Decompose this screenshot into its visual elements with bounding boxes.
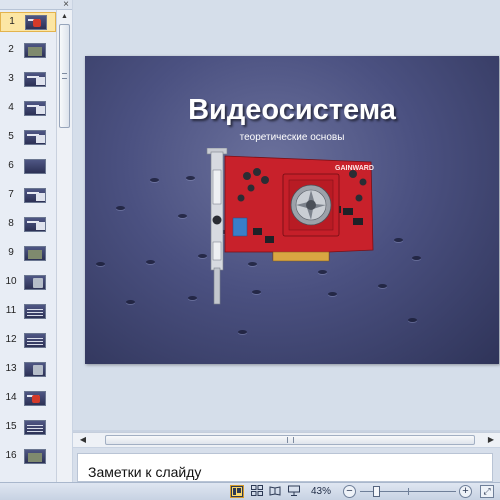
- background-dot: [394, 238, 403, 242]
- slide-thumbnail[interactable]: 13: [0, 360, 56, 380]
- slide-thumbnail[interactable]: 4: [0, 99, 56, 119]
- slide-number: 10: [5, 276, 17, 287]
- slide-thumbnail-image: [24, 420, 46, 435]
- slide-number: 13: [5, 363, 17, 374]
- slide-thumbnail[interactable]: 10: [0, 273, 56, 293]
- slide-number: 4: [8, 102, 14, 113]
- slide-thumbnail-image: [24, 217, 46, 232]
- slide-thumbnail[interactable]: 3: [0, 70, 56, 90]
- slide-thumbnail[interactable]: 11: [0, 302, 56, 322]
- slide-number: 2: [8, 44, 14, 55]
- slide-number: 8: [8, 218, 14, 229]
- slide-thumbnail-image: [25, 15, 47, 30]
- background-dot: [96, 262, 105, 266]
- background-dot: [150, 178, 159, 182]
- slide-thumbnail[interactable]: 7: [0, 186, 56, 206]
- slide-number: 6: [8, 160, 14, 171]
- slide-number: 3: [8, 73, 14, 84]
- slide-thumbnail[interactable]: 6: [0, 157, 56, 177]
- slide-number: 7: [8, 189, 14, 200]
- scroll-left-arrow-icon[interactable]: ◀: [78, 435, 88, 445]
- slide-thumbnail-image: [24, 449, 46, 464]
- notes-pane: Заметки к слайду: [73, 448, 500, 482]
- slide-thumbnail[interactable]: 16: [0, 447, 56, 467]
- slide-thumbnail[interactable]: 2: [0, 41, 56, 61]
- slide-thumbnail-image: [24, 246, 46, 261]
- background-dot: [146, 260, 155, 264]
- slide-thumbnail[interactable]: 8: [0, 215, 56, 235]
- slides-pane: × 1 2 3 4 5 6 7 8 9 10 11 12 13 14 15 16 ▲: [0, 0, 72, 482]
- background-dot: [238, 330, 247, 334]
- slide-thumbnail-image: [24, 275, 46, 290]
- reading-view-icon[interactable]: [268, 485, 282, 498]
- slide-thumbnail[interactable]: 1: [0, 12, 56, 32]
- slide-horizontal-scrollbar[interactable]: ◀ ▶: [73, 432, 500, 447]
- slide-thumbnail[interactable]: 15: [0, 418, 56, 438]
- slide-thumbnail-image: [24, 101, 46, 116]
- background-dot: [378, 284, 387, 288]
- slide-number: 9: [8, 247, 14, 258]
- slide-number: 16: [5, 450, 17, 461]
- background-dot: [412, 256, 421, 260]
- slide-thumbnail-image: [24, 333, 46, 348]
- notes-placeholder: Заметки к слайду: [88, 464, 202, 480]
- zoom-in-button[interactable]: +: [459, 485, 472, 498]
- notes-input[interactable]: Заметки к слайду: [77, 453, 493, 482]
- slide-thumbnail-image: [24, 362, 46, 377]
- card-bracket: [206, 148, 228, 305]
- close-pane-icon[interactable]: ×: [60, 0, 72, 10]
- background-dot: [188, 296, 197, 300]
- status-bar: 43% − + ⤢: [0, 482, 500, 500]
- normal-view-icon[interactable]: [230, 485, 244, 498]
- zoom-out-button[interactable]: −: [343, 485, 356, 498]
- slide-thumbnail[interactable]: 12: [0, 331, 56, 351]
- slide-number: 14: [5, 392, 17, 403]
- slide-thumbnail[interactable]: 14: [0, 389, 56, 409]
- slide-thumbnail-image: [24, 159, 46, 174]
- fit-to-window-icon[interactable]: ⤢: [480, 485, 494, 498]
- background-dot: [116, 206, 125, 210]
- slide-title[interactable]: Видеосистема: [85, 94, 499, 127]
- scroll-right-arrow-icon[interactable]: ▶: [486, 435, 496, 445]
- slide-subtitle[interactable]: теоретические основы: [85, 132, 499, 143]
- slide-vertical-scrollbar[interactable]: [488, 0, 500, 430]
- horizontal-scroll-thumb[interactable]: [105, 435, 475, 445]
- scroll-up-arrow-icon[interactable]: ▲: [57, 10, 72, 23]
- zoom-slider-center-tick: [408, 488, 409, 495]
- slide-thumbnail-image: [24, 304, 46, 319]
- slideshow-icon[interactable]: [287, 485, 301, 498]
- slides-pane-scrollbar[interactable]: ▲: [56, 10, 72, 482]
- slide-number: 11: [5, 305, 17, 316]
- slide-number: 15: [5, 421, 17, 432]
- slide-thumbnail-image: [24, 72, 46, 87]
- graphics-card-picture[interactable]: GAINWARD: [203, 148, 375, 308]
- slide-thumbnail-image: [24, 43, 46, 58]
- slide-thumbnail-image: [24, 391, 46, 406]
- card-brand-label: GAINWARD: [335, 165, 374, 172]
- zoom-slider-thumb[interactable]: [373, 486, 380, 497]
- slide-number: 12: [5, 334, 17, 345]
- slide-thumbnail[interactable]: 9: [0, 244, 56, 264]
- slide-thumbnail[interactable]: 5: [0, 128, 56, 148]
- slide-editing-area: Видеосистема теоретические основы GAINWA…: [73, 0, 500, 430]
- slide-sorter-icon[interactable]: [250, 485, 264, 498]
- slides-pane-header: ×: [0, 0, 72, 10]
- background-dot: [126, 300, 135, 304]
- background-dot: [178, 214, 187, 218]
- slides-pane-scroll-thumb[interactable]: [59, 24, 70, 128]
- slide-thumbnail-image: [24, 130, 46, 145]
- slide-number: 5: [8, 131, 14, 142]
- scroll-grip-icon: [62, 73, 67, 79]
- slide-thumbnail-image: [24, 188, 46, 203]
- slide-number: 1: [9, 16, 15, 27]
- scroll-grip-icon: [287, 437, 294, 443]
- background-dot: [408, 318, 417, 322]
- zoom-level[interactable]: 43%: [311, 486, 331, 498]
- current-slide[interactable]: Видеосистема теоретические основы GAINWA…: [85, 56, 499, 364]
- background-dot: [186, 176, 195, 180]
